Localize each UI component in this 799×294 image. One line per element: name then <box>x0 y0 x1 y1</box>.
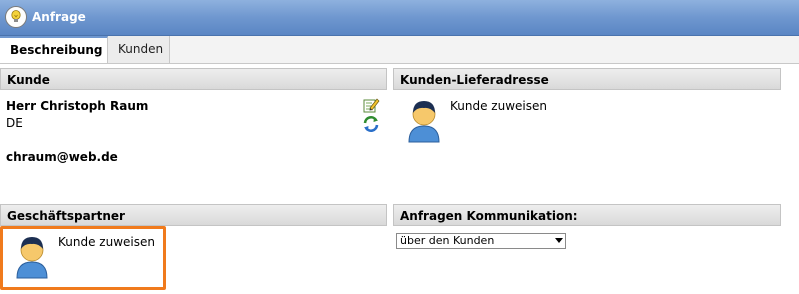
lieferadresse-header: Kunden-Lieferadresse <box>393 68 781 90</box>
tab-beschreibung[interactable]: Beschreibung <box>0 36 108 63</box>
assign-customer-link[interactable]: Kunde zuweisen <box>450 99 547 113</box>
assign-partner-link[interactable]: Kunde zuweisen <box>58 235 155 249</box>
person-icon[interactable] <box>14 234 50 280</box>
person-icon[interactable] <box>406 98 442 144</box>
customer-email: chraum@web.de <box>6 150 118 164</box>
customer-country: DE <box>6 116 23 130</box>
kunde-header: Kunde <box>0 68 387 90</box>
window-title: Anfrage <box>32 10 86 24</box>
tab-kunden[interactable]: Kunden <box>108 36 170 63</box>
refresh-icon[interactable] <box>362 115 380 133</box>
communication-select-value: über den Kunden <box>400 234 495 247</box>
geschaeftspartner-header: Geschäftspartner <box>0 204 387 226</box>
edit-icon[interactable] <box>362 96 380 114</box>
chevron-down-icon[interactable] <box>555 238 563 243</box>
tab-bar: Beschreibung Kunden <box>0 36 799 64</box>
communication-select[interactable]: über den Kunden <box>396 233 566 249</box>
kommunikation-header: Anfragen Kommunikation: <box>393 204 781 226</box>
lightbulb-icon <box>5 6 27 28</box>
customer-name: Herr Christoph Raum <box>6 99 149 113</box>
window-titlebar: Anfrage <box>0 0 799 36</box>
